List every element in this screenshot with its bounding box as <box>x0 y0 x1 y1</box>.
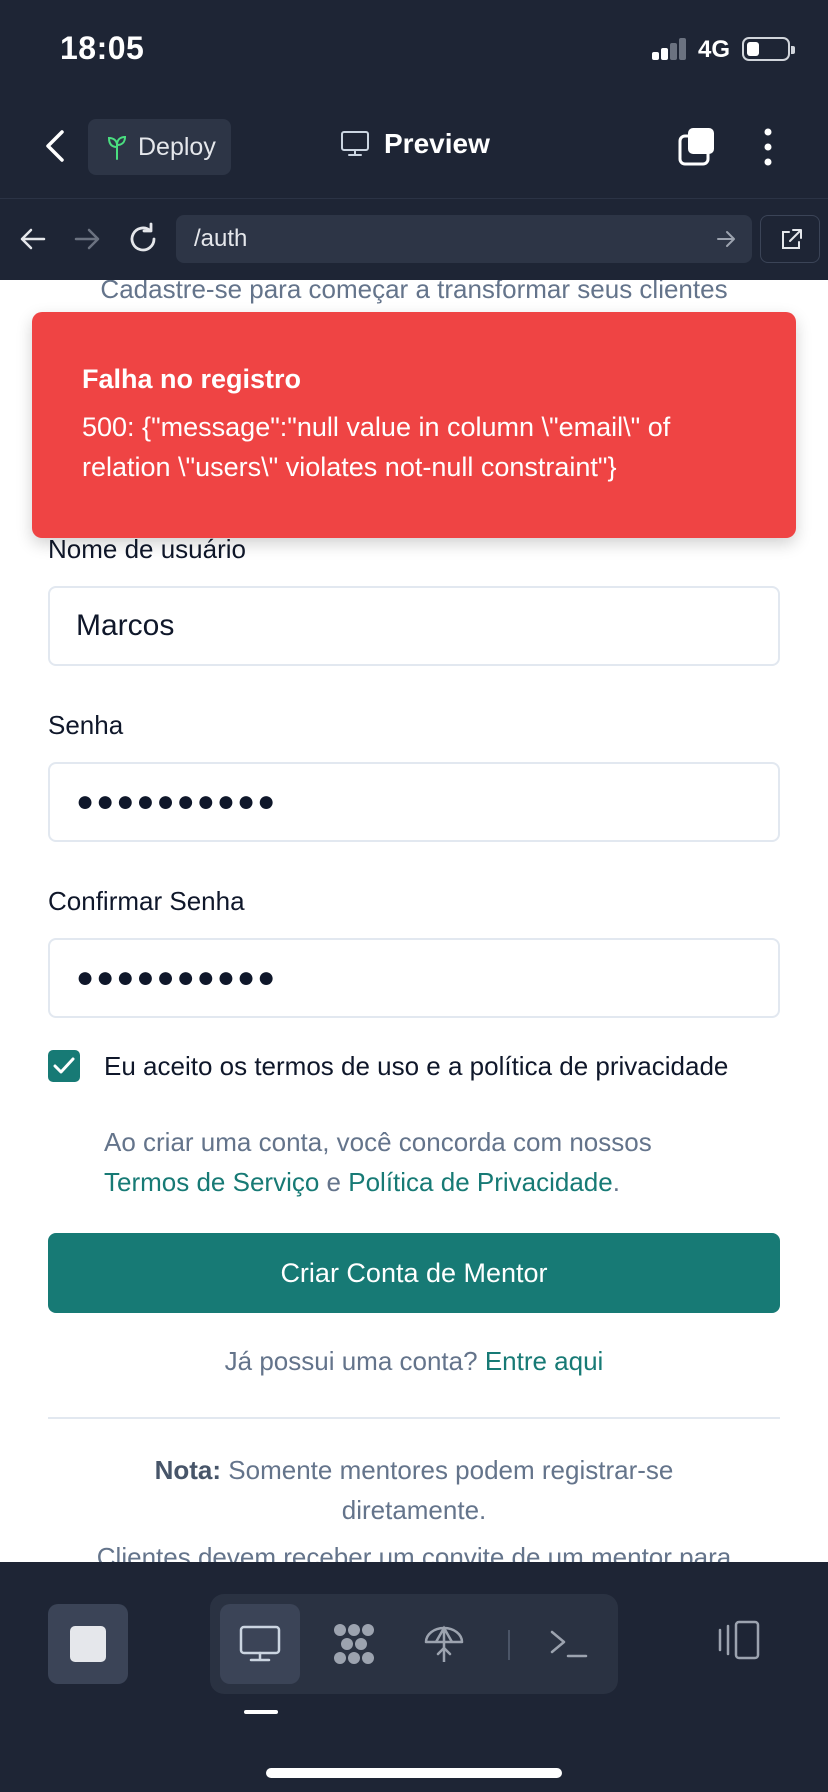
login-prompt-text: Já possui uma conta? <box>224 1346 478 1376</box>
signal-icon <box>652 38 688 60</box>
username-label: Nome de usuário <box>48 534 246 564</box>
preview-tool-button[interactable] <box>220 1604 300 1684</box>
note-bold: Nota: <box>154 1455 222 1485</box>
arrow-right-icon <box>74 228 100 250</box>
tabs-button[interactable] <box>676 126 718 168</box>
side-panel-icon <box>718 1620 760 1660</box>
terms-note-prefix: Ao criar uma conta, você concorda com no… <box>104 1127 652 1157</box>
note-text: Somente mentores podem registrar-se dire… <box>228 1455 674 1525</box>
more-options-button[interactable] <box>752 126 784 168</box>
status-bar: 18:05 4G <box>0 0 828 100</box>
monitor-icon <box>239 1625 281 1662</box>
privacy-policy-link[interactable]: Política de Privacidade <box>348 1167 612 1197</box>
workflow-icon <box>334 1624 374 1664</box>
browser-forward-button[interactable] <box>70 219 104 259</box>
battery-icon <box>742 37 795 61</box>
back-button[interactable] <box>40 126 74 166</box>
client-invite-note: Clientes devem receber um convite de um … <box>96 1542 732 1562</box>
workflow-tool-button[interactable] <box>314 1604 394 1684</box>
mentor-note: Nota: Somente mentores podem registrar-s… <box>80 1450 748 1530</box>
arrow-left-icon <box>20 228 46 250</box>
username-input[interactable]: Marcos <box>48 586 780 666</box>
monitor-icon <box>341 131 369 156</box>
toolbar-separator <box>508 1630 510 1660</box>
network-type: 4G <box>698 36 731 63</box>
password-input[interactable]: ●●●●●●●●●● <box>48 762 780 842</box>
deploy-label: Deploy <box>138 132 216 161</box>
open-external-button[interactable] <box>760 215 820 263</box>
page-subtitle: Cadastre-se para começar a transformar s… <box>100 280 728 304</box>
go-arrow-icon[interactable] <box>714 227 738 251</box>
password-label: Senha <box>48 710 124 740</box>
error-toast[interactable]: Falha no registro 500: {"message":"null … <box>32 312 796 538</box>
deploy-icon <box>424 1625 464 1662</box>
deploy-button[interactable]: Deploy <box>88 119 231 175</box>
terms-and: e <box>326 1167 342 1197</box>
preview-label: Preview <box>384 128 490 159</box>
terms-label[interactable]: Eu aceito os termos de uso e a política … <box>104 1050 784 1082</box>
tabs-icon <box>678 128 714 166</box>
divider <box>48 1417 780 1419</box>
login-prompt: Já possui uma conta? Entre aqui <box>0 1346 828 1377</box>
status-time: 18:05 <box>60 30 145 66</box>
deploy-tool-button[interactable] <box>404 1604 484 1684</box>
terms-of-service-link[interactable]: Termos de Serviço <box>104 1167 319 1197</box>
tool-group <box>210 1594 618 1694</box>
sprout-icon <box>107 135 127 160</box>
reload-icon <box>130 222 156 252</box>
browser-bar: /auth <box>0 198 828 280</box>
check-icon <box>53 1057 75 1074</box>
toast-title: Falha no registro <box>82 364 302 394</box>
side-panel-button[interactable] <box>712 1616 768 1666</box>
confirm-password-label: Confirmar Senha <box>48 886 245 916</box>
terms-note: Ao criar uma conta, você concorda com no… <box>104 1122 794 1202</box>
more-vertical-icon <box>764 128 772 166</box>
chevron-left-icon <box>46 130 64 162</box>
terms-period: . <box>612 1167 620 1197</box>
terms-checkbox[interactable] <box>48 1050 80 1082</box>
external-link-icon <box>782 229 802 249</box>
login-link[interactable]: Entre aqui <box>485 1346 604 1376</box>
confirm-password-input[interactable]: ●●●●●●●●●● <box>48 938 780 1018</box>
create-mentor-account-button[interactable]: Criar Conta de Mentor <box>48 1233 780 1313</box>
home-indicator[interactable] <box>266 1768 562 1778</box>
stop-button[interactable] <box>48 1604 128 1684</box>
toast-message: 500: {"message":"null value in column \"… <box>82 412 671 482</box>
app-header: Deploy Preview <box>0 100 828 198</box>
stop-icon <box>70 1626 106 1662</box>
active-tab-indicator <box>244 1710 278 1714</box>
terminal-tool-button[interactable] <box>528 1604 608 1684</box>
preview-title: Preview <box>340 128 490 160</box>
url-input[interactable]: /auth <box>176 215 752 263</box>
bottom-toolbar <box>0 1562 828 1792</box>
terminal-icon <box>550 1630 588 1658</box>
reload-button[interactable] <box>126 219 160 259</box>
browser-back-button[interactable] <box>16 219 50 259</box>
url-text: /auth <box>194 225 248 252</box>
